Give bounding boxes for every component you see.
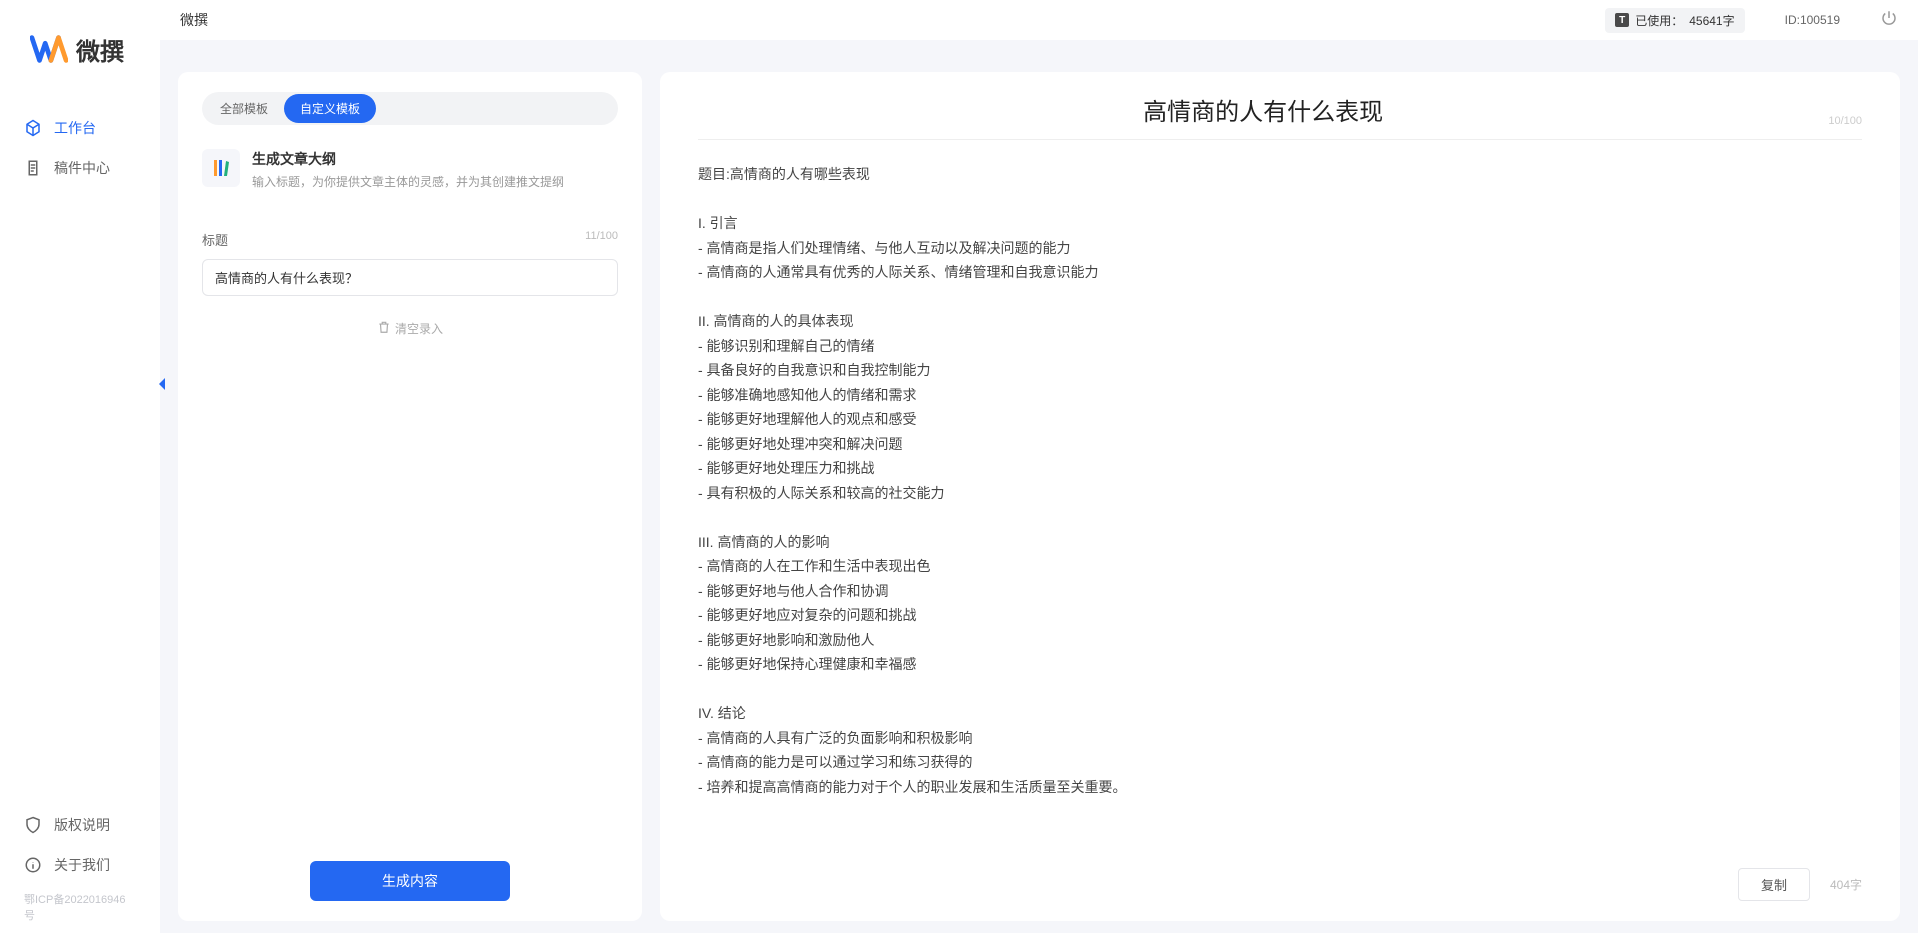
sidebar-collapse-handle[interactable]: [154, 374, 170, 394]
usage-value: 45641字: [1689, 12, 1734, 29]
title-input[interactable]: [202, 259, 618, 296]
user-id: ID:100519: [1785, 13, 1840, 27]
template-card: 生成文章大纲 输入标题，为你提供文章主体的灵感，并为其创建推文提纲: [202, 149, 618, 190]
logo-text: 微撰: [76, 32, 124, 67]
trash-icon: [377, 320, 391, 337]
template-name: 生成文章大纲: [252, 149, 564, 169]
sidebar: 微撰 工作台 稿件中心 版权说明: [0, 0, 160, 933]
cube-icon: [24, 119, 42, 137]
field-label-title: 标题: [202, 230, 228, 249]
output-body-text[interactable]: 题目:高情商的人有哪些表现 I. 引言 - 高情商是指人们处理情绪、与他人互动以…: [698, 162, 1862, 842]
template-tabs: 全部模板 自定义模板: [202, 92, 618, 125]
icp-label: 鄂ICP备2022016946号: [0, 885, 160, 923]
logo-icon: [30, 30, 68, 68]
sidebar-item-label: 工作台: [54, 118, 96, 138]
output-word-count: 404字: [1830, 876, 1862, 893]
clear-input-button[interactable]: 清空录入: [202, 320, 618, 337]
template-desc: 输入标题，为你提供文章主体的灵感，并为其创建推文提纲: [252, 173, 564, 190]
sidebar-item-workspace[interactable]: 工作台: [0, 108, 160, 148]
usage-prefix: 已使用：: [1635, 12, 1683, 29]
text-icon: T: [1615, 13, 1629, 27]
config-panel: 全部模板 自定义模板 生成文章大纲 输入标题，为你提供文章主体的灵感，并为其创建…: [178, 72, 642, 921]
top-header: 微撰 T 已使用： 45641字 ID:100519: [160, 0, 1918, 40]
clear-label: 清空录入: [395, 320, 443, 337]
template-icon: [202, 149, 240, 187]
generate-button[interactable]: 生成内容: [310, 861, 510, 901]
tab-all-templates[interactable]: 全部模板: [204, 94, 284, 123]
sidebar-item-about[interactable]: 关于我们: [0, 845, 160, 885]
document-icon: [24, 159, 42, 177]
logo: 微撰: [0, 30, 160, 108]
copy-button[interactable]: 复制: [1738, 868, 1810, 901]
sidebar-item-drafts[interactable]: 稿件中心: [0, 148, 160, 188]
page-title: 微撰: [180, 10, 208, 30]
output-title: 高情商的人有什么表现: [698, 92, 1828, 127]
title-char-counter: 11/100: [585, 230, 618, 249]
output-title-counter: 10/100: [1828, 115, 1862, 127]
power-icon[interactable]: [1880, 9, 1898, 32]
sidebar-item-copyright[interactable]: 版权说明: [0, 805, 160, 845]
info-icon: [24, 856, 42, 874]
sidebar-item-label: 稿件中心: [54, 158, 110, 178]
sidebar-item-label: 关于我们: [54, 855, 110, 875]
usage-badge[interactable]: T 已使用： 45641字: [1605, 8, 1744, 33]
output-panel: 高情商的人有什么表现 10/100 题目:高情商的人有哪些表现 I. 引言 - …: [660, 72, 1900, 921]
sidebar-item-label: 版权说明: [54, 815, 110, 835]
shield-icon: [24, 816, 42, 834]
tab-custom-templates[interactable]: 自定义模板: [284, 94, 376, 123]
